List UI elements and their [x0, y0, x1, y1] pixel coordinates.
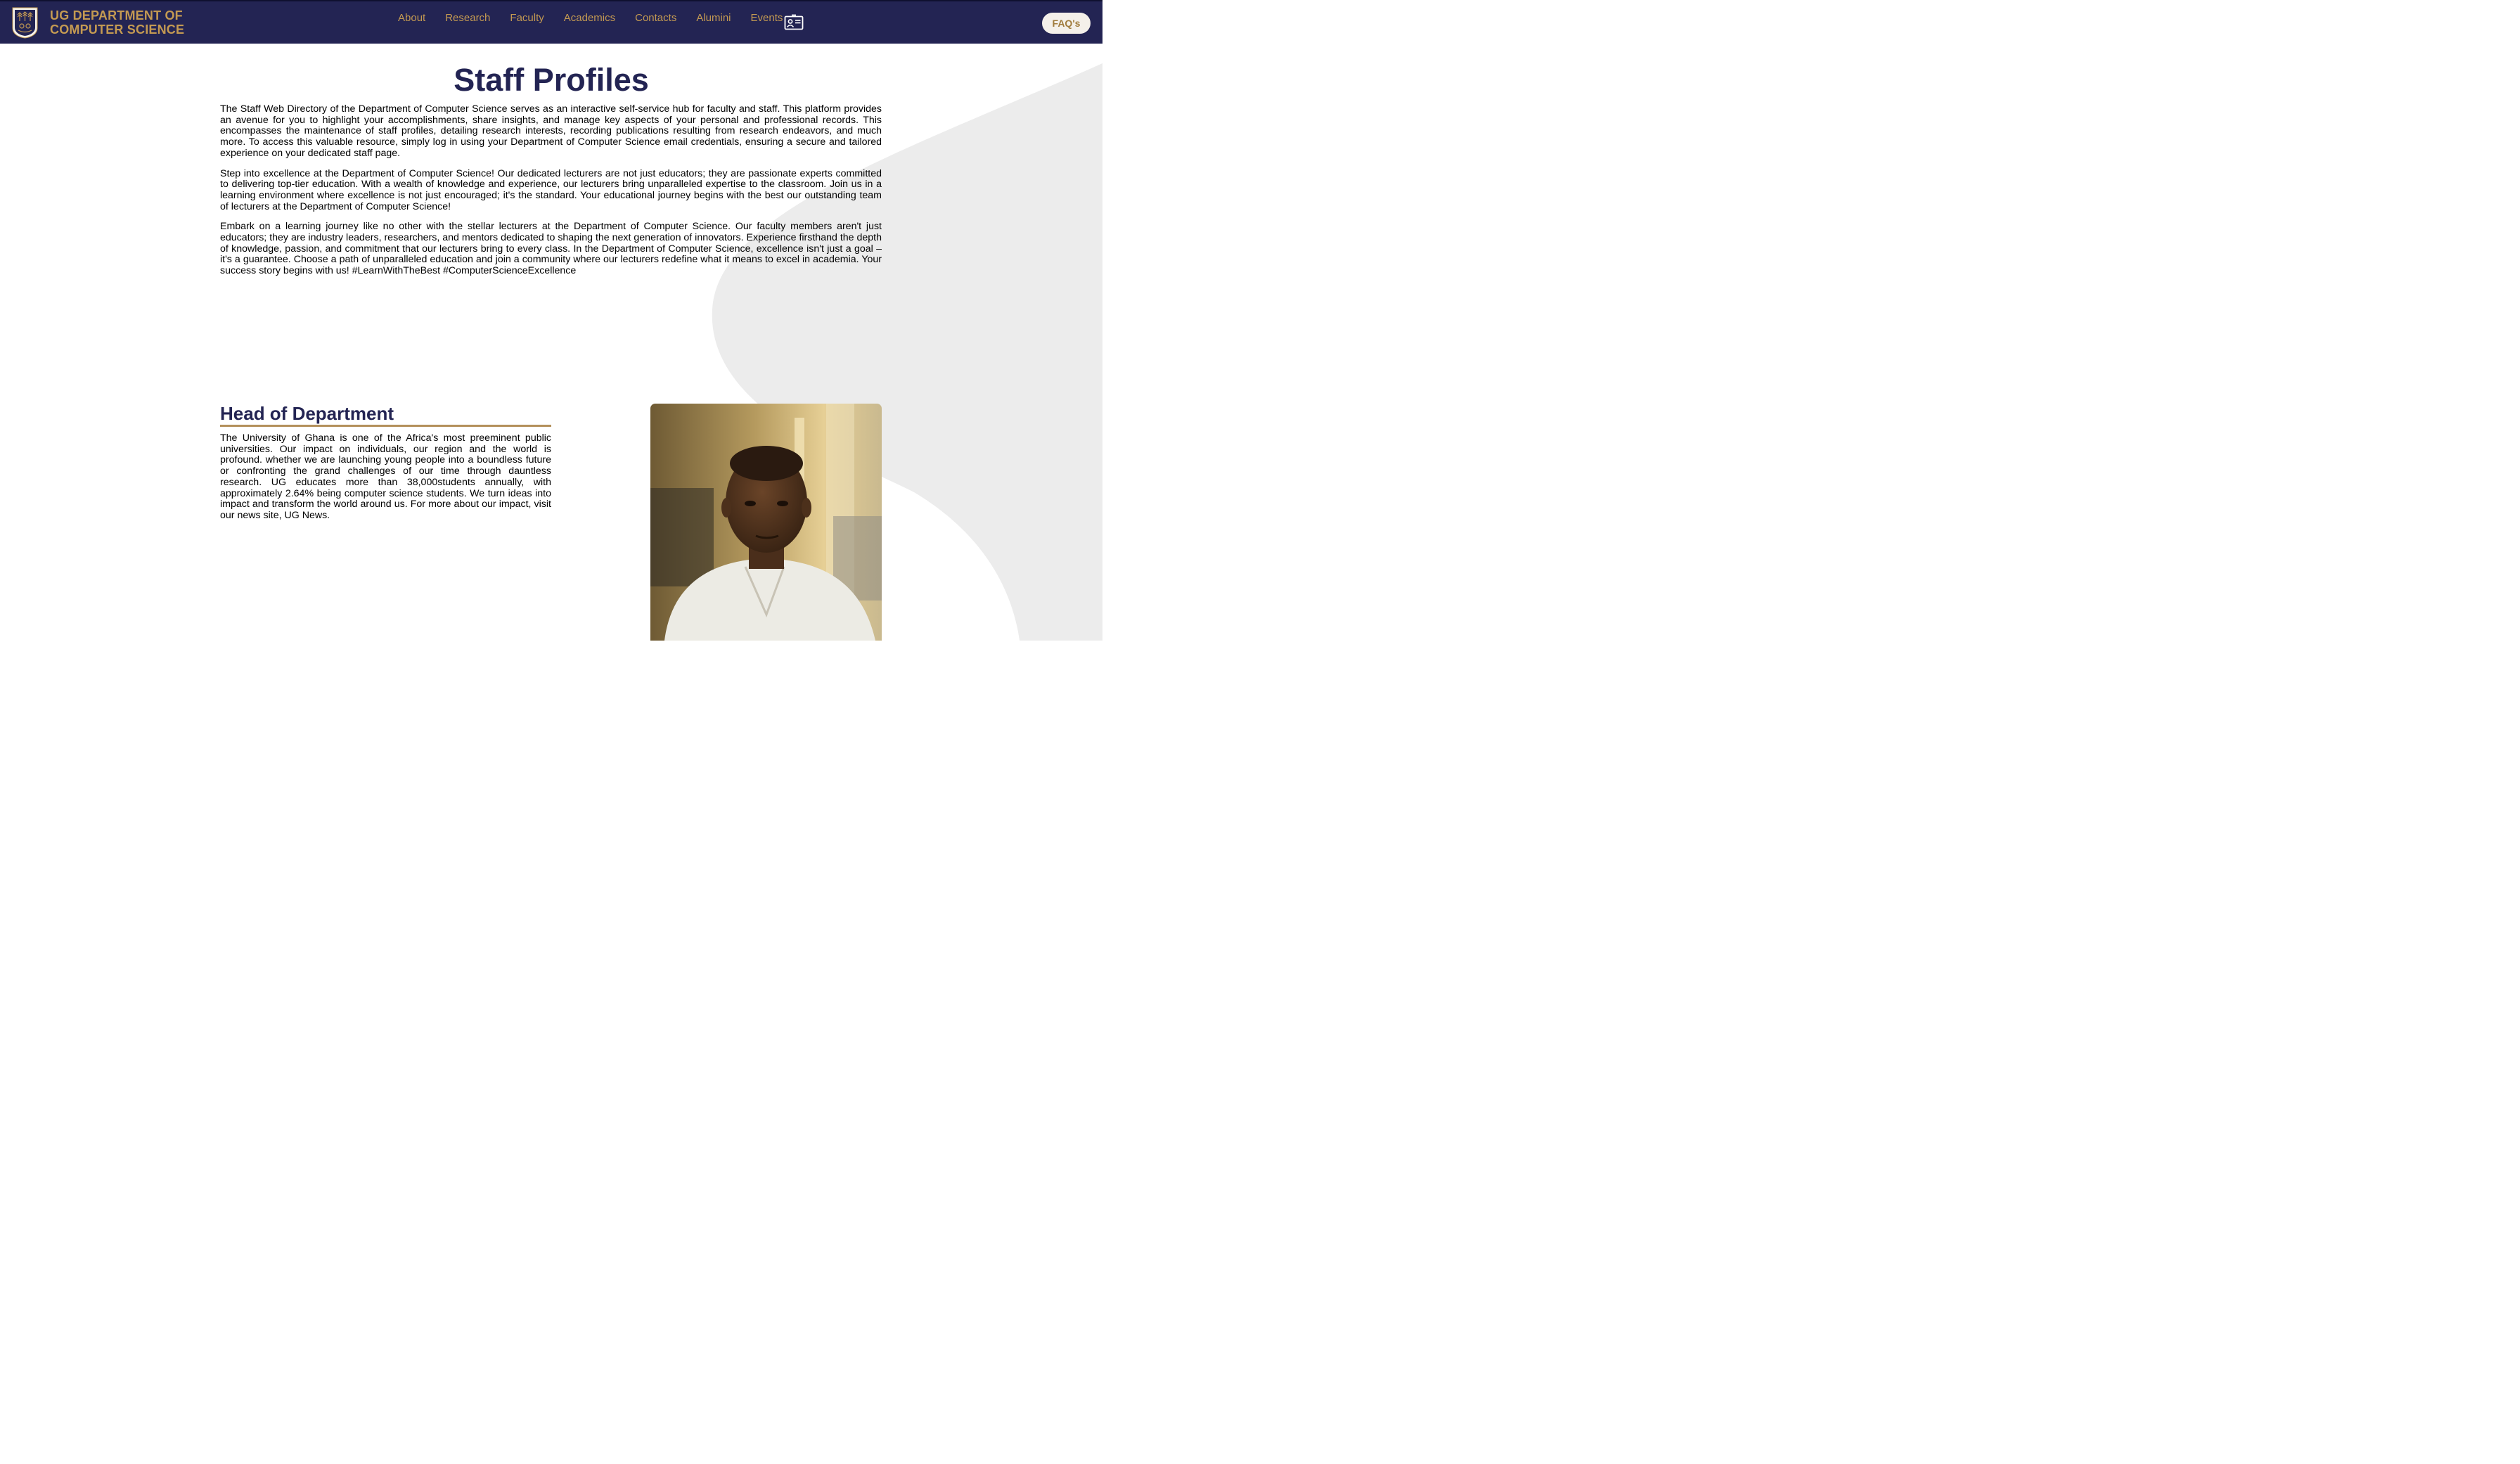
brand-line-1: UG DEPARTMENT OF: [50, 8, 183, 23]
nav-about[interactable]: About: [398, 12, 425, 25]
page-title: Staff Profiles: [454, 62, 649, 98]
intro-paragraph-3: Embark on a learning journey like no oth…: [220, 221, 882, 277]
nav-research[interactable]: Research: [445, 12, 490, 25]
nav-alumini[interactable]: Alumini: [696, 12, 731, 25]
intro-section: The Staff Web Directory of the Departmen…: [220, 103, 882, 286]
faq-button[interactable]: FAQ's: [1042, 13, 1091, 34]
hod-description: The University of Ghana is one of the Af…: [220, 432, 551, 521]
nav-events[interactable]: Events: [751, 12, 783, 25]
nav-faculty[interactable]: Faculty: [510, 12, 544, 25]
university-crest-logo[interactable]: [12, 7, 38, 39]
intro-paragraph-1: The Staff Web Directory of the Departmen…: [220, 103, 882, 159]
id-card-icon[interactable]: [784, 14, 804, 31]
intro-paragraph-2: Step into excellence at the Department o…: [220, 167, 882, 212]
brand-line-2: COMPUTER SCIENCE: [50, 23, 185, 37]
department-brand-name[interactable]: UG DEPARTMENT OF COMPUTER SCIENCE: [50, 8, 184, 37]
main-nav: About Research Faculty Academics Contact…: [398, 12, 802, 25]
head-of-department-photo: [650, 404, 882, 641]
top-navigation-bar: UG DEPARTMENT OF COMPUTER SCIENCE About …: [0, 0, 1102, 44]
hod-heading: Head of Department: [220, 403, 394, 424]
hod-heading-underline: [220, 425, 551, 427]
nav-academics[interactable]: Academics: [564, 12, 615, 25]
nav-contacts[interactable]: Contacts: [635, 12, 676, 25]
